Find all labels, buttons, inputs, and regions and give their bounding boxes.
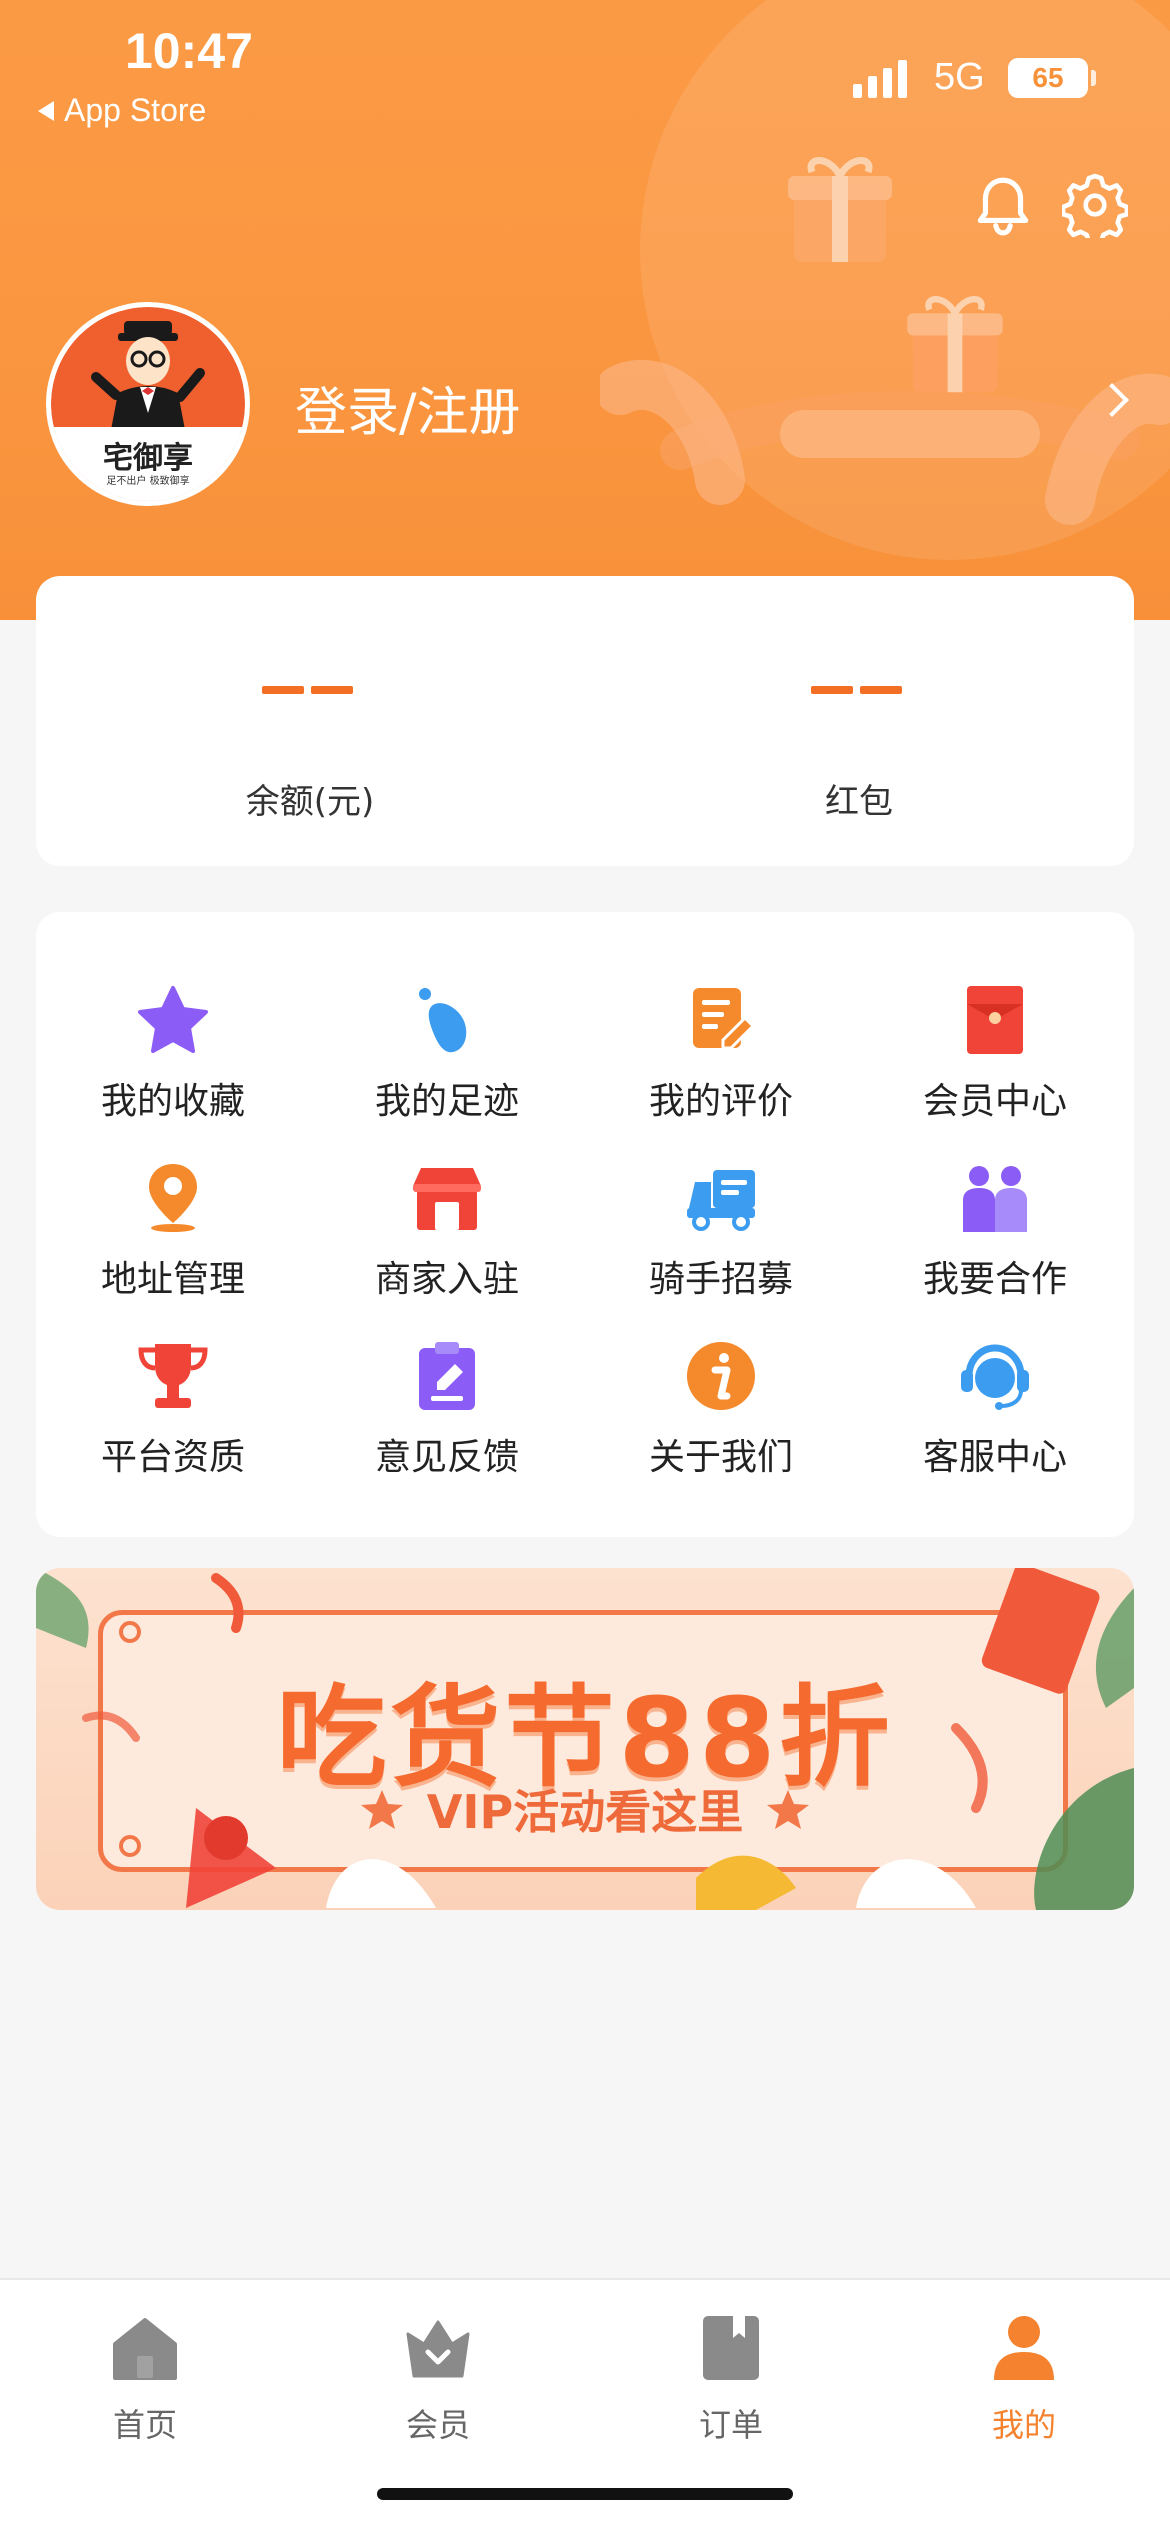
grid-item-label: 商家入驻 (374, 1259, 519, 1300)
profile-page: 10:47 App Store 5G 65 宅御享 足不出户 极致御享 登录/注… (0, 0, 1170, 2532)
banner-subtitle: VIP活动看这里 (426, 1785, 744, 1839)
grid-item-rider-recruit[interactable]: 骑手招募 (584, 1162, 858, 1312)
balance-item[interactable]: 余额(元) (36, 576, 585, 866)
balance-value-dash (311, 686, 353, 694)
gear-icon[interactable] (1062, 172, 1128, 238)
avatar-logo-title: 宅御享 (103, 441, 193, 476)
avatar[interactable]: 宅御享 足不出户 极致御享 (46, 302, 250, 506)
store-icon (413, 1168, 481, 1230)
grid-item-address[interactable]: 地址管理 (36, 1162, 310, 1312)
order-book-icon (703, 2316, 759, 2380)
tab-label: 我的 (991, 2406, 1056, 2444)
network-label: 5G (934, 56, 985, 98)
grid-item-label: 骑手招募 (648, 1259, 793, 1300)
partners-icon (963, 1166, 1027, 1232)
feedback-clipboard-icon (419, 1342, 475, 1410)
grid-item-label: 我的足迹 (374, 1081, 519, 1122)
member-crown-icon (406, 2320, 470, 2378)
grid-item-cooperation[interactable]: 我要合作 (858, 1162, 1132, 1312)
grid-item-label: 我的收藏 (100, 1081, 245, 1122)
profile-icon (994, 2316, 1054, 2380)
back-app-label: App Store (64, 92, 207, 128)
profile-header: 10:47 App Store 5G 65 宅御享 足不出户 极致御享 登录/注… (0, 0, 1170, 620)
grid-item-footprints[interactable]: 我的足迹 (310, 984, 584, 1134)
back-triangle-icon (38, 100, 54, 121)
grid-item-label: 我的评价 (648, 1081, 793, 1122)
home-indicator[interactable] (377, 2488, 793, 2500)
grid-item-label: 我要合作 (922, 1259, 1067, 1300)
gift-decor-icon (788, 157, 892, 262)
service-grid: 我的收藏 我的足迹 我的评价 会员中心 地址管理 商家入驻 骑手招募 我要合作 … (36, 912, 1134, 1537)
review-edit-icon (693, 988, 756, 1050)
grid-item-label: 关于我们 (648, 1437, 793, 1478)
grid-item-label: 平台资质 (100, 1437, 245, 1478)
red-packet-value-dash (860, 686, 902, 694)
delivery-truck-icon (687, 1170, 755, 1231)
login-register-link[interactable]: 登录/注册 (295, 370, 521, 445)
grid-item-label: 客服中心 (922, 1437, 1067, 1478)
tab-label: 首页 (112, 2406, 177, 2444)
grid-item-qualification[interactable]: 平台资质 (36, 1340, 310, 1490)
tab-label: 会员 (405, 2406, 470, 2444)
tab-label: 订单 (698, 2406, 763, 2444)
home-icon (113, 2318, 177, 2380)
balance-value-dash (262, 686, 304, 694)
balance-label: 余额(元) (245, 782, 375, 822)
grid-item-member-center[interactable]: 会员中心 (858, 984, 1132, 1134)
red-envelope-icon (967, 986, 1023, 1054)
trophy-icon (138, 1344, 208, 1408)
grid-item-favorites[interactable]: 我的收藏 (36, 984, 310, 1134)
mascot-icon (91, 321, 205, 435)
battery-tip (1091, 70, 1096, 86)
status-time: 10:47 (125, 23, 253, 79)
grid-item-feedback[interactable]: 意见反馈 (310, 1340, 584, 1490)
avatar-logo-subtitle: 足不出户 极致御享 (106, 476, 190, 487)
balance-card: 余额(元) 红包 (36, 576, 1134, 866)
red-packet-item[interactable]: 红包 (585, 576, 1134, 866)
signal-icon (853, 58, 907, 98)
location-pin-icon (149, 1164, 197, 1232)
back-to-app-store[interactable]: App Store (38, 92, 206, 129)
grid-item-merchant-join[interactable]: 商家入驻 (310, 1162, 584, 1312)
grid-item-reviews[interactable]: 我的评价 (584, 984, 858, 1134)
star-icon (138, 986, 208, 1053)
scooter-handlebar-decor (600, 360, 1170, 525)
red-packet-value-dash (811, 686, 853, 694)
bell-icon[interactable] (970, 172, 1036, 238)
headset-icon (961, 1344, 1029, 1410)
info-icon (687, 1342, 755, 1410)
red-packet-label: 红包 (825, 782, 893, 822)
grid-item-label: 意见反馈 (374, 1437, 519, 1478)
grid-item-customer-service[interactable]: 客服中心 (858, 1340, 1132, 1490)
footprint-icon (419, 988, 467, 1053)
grid-item-about-us[interactable]: 关于我们 (584, 1340, 858, 1490)
grid-item-label: 地址管理 (100, 1259, 245, 1300)
promo-banner[interactable]: 吃货节88折 VIP活动看这里 (36, 1568, 1134, 1910)
battery-icon: 65 (1008, 58, 1088, 98)
grid-item-label: 会员中心 (922, 1081, 1067, 1122)
